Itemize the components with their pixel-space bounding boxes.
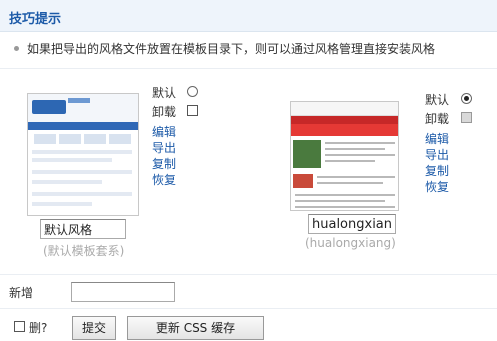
tips-title: 技巧提示 xyxy=(9,12,62,27)
default-radio-2[interactable] xyxy=(461,93,472,104)
default-label-2: 默认 xyxy=(425,93,450,107)
edit-link-2[interactable]: 编辑 xyxy=(425,130,449,147)
export-link-2[interactable]: 导出 xyxy=(425,146,449,163)
style-thumbnail-hualongxiang xyxy=(290,101,399,211)
submit-button[interactable]: 提交 xyxy=(72,316,116,340)
tips-header: 技巧提示 xyxy=(0,0,497,32)
discuz-logo-icon xyxy=(32,100,66,114)
restore-link-1[interactable]: 恢复 xyxy=(152,171,176,188)
default-radio-1[interactable] xyxy=(187,86,198,97)
divider xyxy=(0,274,497,275)
uninstall-checkbox-1[interactable] xyxy=(187,105,198,116)
refresh-css-cache-button[interactable]: 更新 CSS 缓存 xyxy=(127,316,264,340)
new-style-label: 新增 xyxy=(9,286,34,300)
delete-label: 删? xyxy=(29,321,48,335)
style-name-input-default[interactable] xyxy=(40,219,126,239)
style-caption-default: (默认模板套系) xyxy=(43,244,125,258)
new-style-input[interactable] xyxy=(71,282,175,302)
divider xyxy=(0,68,497,69)
copy-link-1[interactable]: 复制 xyxy=(152,155,176,172)
style-name-input-hualongxiang[interactable] xyxy=(308,214,396,234)
style-caption-hualongxiang: (hualongxiang) xyxy=(305,236,396,250)
restore-link-2[interactable]: 恢复 xyxy=(425,178,449,195)
default-label-1: 默认 xyxy=(152,86,177,100)
uninstall-label-1: 卸载 xyxy=(152,105,177,119)
divider xyxy=(0,308,497,309)
tip-text: 如果把导出的风格文件放置在模板目录下，则可以通过风格管理直接安装风格 xyxy=(27,42,436,56)
export-link-1[interactable]: 导出 xyxy=(152,139,176,156)
delete-checkbox[interactable] xyxy=(14,321,25,332)
uninstall-label-2: 卸载 xyxy=(425,112,450,126)
copy-link-2[interactable]: 复制 xyxy=(425,162,449,179)
style-thumbnail-default xyxy=(27,93,139,216)
uninstall-checkbox-2 xyxy=(461,112,472,123)
bullet-icon xyxy=(14,46,19,51)
tip-item: 如果把导出的风格文件放置在模板目录下，则可以通过风格管理直接安装风格 xyxy=(14,40,435,57)
edit-link-1[interactable]: 编辑 xyxy=(152,123,176,140)
